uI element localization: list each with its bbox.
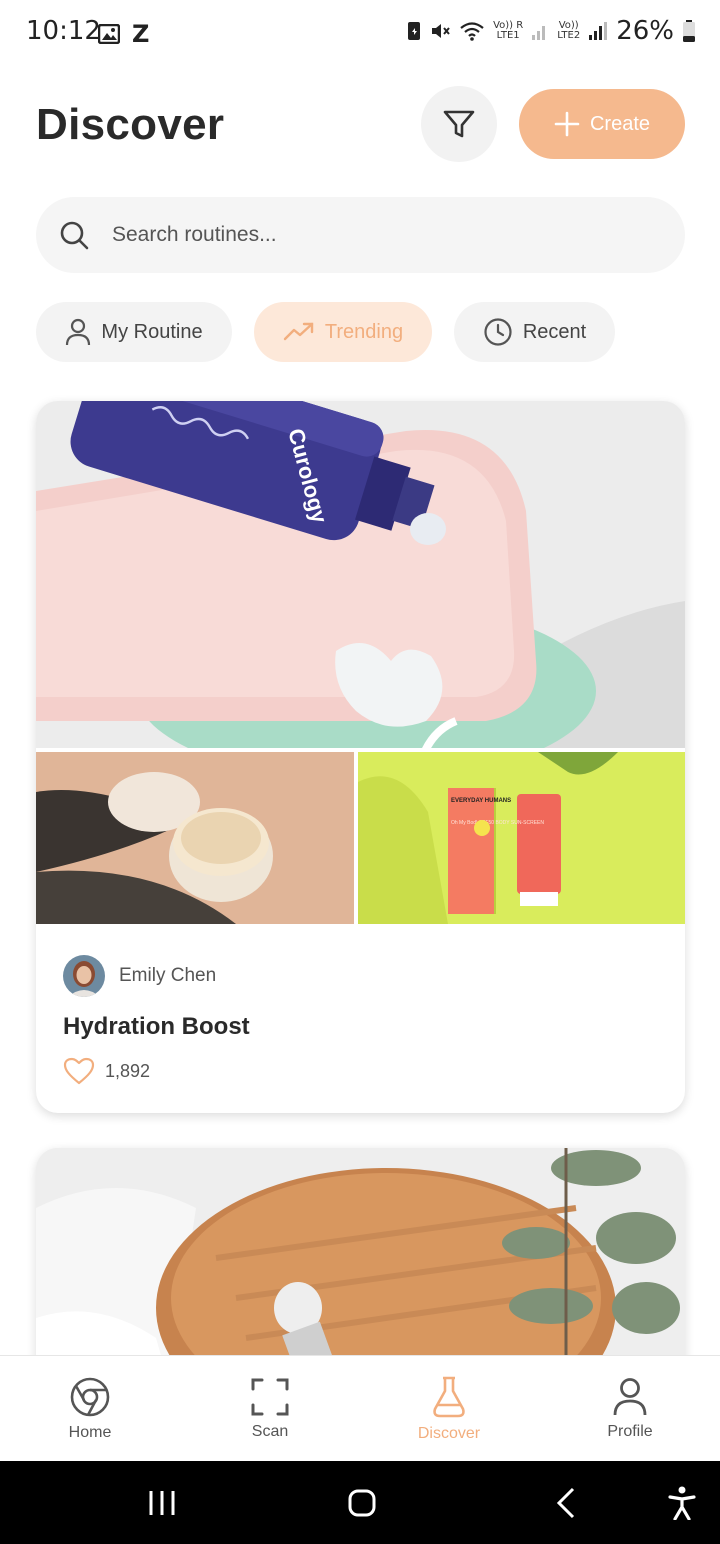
status-time: 10:12: [26, 16, 101, 46]
product-name-text: Oh My Bod! SPF50 BODY SUN-SCREEN: [451, 820, 544, 826]
user-icon: [66, 318, 91, 346]
profile-icon: [613, 1378, 647, 1416]
network-1: Vo)) R LTE1: [493, 20, 524, 41]
chip-trending[interactable]: Trending: [254, 302, 432, 362]
recent-apps-icon: [149, 1490, 175, 1515]
back-icon: [556, 1487, 575, 1518]
scan-icon: [251, 1378, 289, 1416]
routine-image-right: EVERYDAY HUMANS Oh My Bod! SPF50 BODY SU…: [358, 752, 685, 924]
routine-image-left: [36, 752, 354, 924]
search-input[interactable]: Search routines...: [112, 223, 277, 247]
clock-icon: [484, 318, 512, 346]
signal-1-icon: [532, 26, 546, 40]
carrier-z-icon: Z: [132, 20, 150, 48]
wifi-icon: [460, 22, 484, 41]
like-row[interactable]: 1,892: [63, 1057, 150, 1085]
chip-label: Recent: [522, 320, 587, 343]
nav-discover[interactable]: Discover: [384, 1356, 514, 1462]
search-icon: [60, 221, 89, 250]
recent-apps-button[interactable]: [130, 1461, 194, 1544]
accessibility-button[interactable]: [652, 1461, 712, 1544]
page-title: Discover: [36, 100, 225, 149]
network-2: Vo)) LTE2: [557, 20, 581, 41]
filter-button[interactable]: [421, 86, 497, 162]
author-row[interactable]: Emily Chen: [63, 955, 216, 997]
nav-profile[interactable]: Profile: [565, 1356, 695, 1462]
back-button[interactable]: [534, 1461, 598, 1544]
create-label: Create: [589, 112, 651, 135]
nav-scan[interactable]: Scan: [205, 1356, 335, 1462]
routine-main-image: Curology: [36, 401, 685, 748]
create-button[interactable]: Create: [519, 89, 685, 159]
home-system-button[interactable]: [330, 1461, 394, 1544]
status-bar: 10:12 Z Vo)) R LTE1 Vo)) LTE2 26%: [0, 0, 720, 64]
avatar: [63, 955, 105, 997]
battery-icon: [683, 20, 695, 42]
like-count: 1,892: [105, 1060, 151, 1081]
flask-icon: [433, 1376, 465, 1418]
author-name: Emily Chen: [119, 965, 217, 986]
nav-home[interactable]: Home: [25, 1356, 155, 1462]
filter-icon: [443, 110, 475, 138]
signal-2-icon: [589, 22, 608, 40]
trending-icon: [283, 322, 314, 341]
heart-icon[interactable]: [63, 1057, 95, 1085]
sim-icon: [408, 22, 421, 40]
chip-label: Trending: [324, 320, 404, 343]
mute-icon: [432, 24, 450, 38]
search-bar[interactable]: Search routines...: [36, 197, 685, 273]
accessibility-icon: [668, 1486, 696, 1520]
chip-label: My Routine: [101, 320, 203, 343]
home-icon: [70, 1377, 110, 1417]
bottom-navigation: Home Scan Discover Profile: [0, 1355, 720, 1461]
plus-icon: [554, 111, 580, 137]
gallery-icon: [98, 24, 120, 44]
chip-recent[interactable]: Recent: [454, 302, 615, 362]
chip-my-routine[interactable]: My Routine: [36, 302, 232, 362]
battery-percent: 26%: [616, 16, 674, 46]
routine-title: Hydration Boost: [63, 1013, 250, 1040]
home-system-icon: [348, 1489, 376, 1516]
routine-card[interactable]: Curology EVERYDAY HUMANS Oh My Bod! SPF5…: [36, 401, 685, 1113]
product-brand-text: EVERYDAY HUMANS: [451, 798, 511, 804]
system-navigation-bar: [0, 1461, 720, 1544]
